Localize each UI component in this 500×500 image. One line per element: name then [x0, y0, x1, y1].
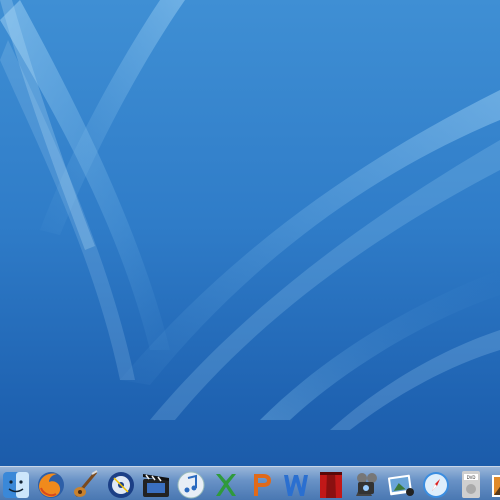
- dvd-studio-icon[interactable]: [105, 468, 137, 500]
- finder-icon[interactable]: [0, 468, 32, 500]
- garageband-icon[interactable]: [70, 468, 102, 500]
- final-cut-icon[interactable]: [140, 468, 172, 500]
- firefox-icon[interactable]: [35, 468, 67, 500]
- powerpoint-icon[interactable]: [245, 468, 277, 500]
- dvd-player-icon[interactable]: DVD: [455, 468, 487, 500]
- excel-icon[interactable]: [210, 468, 242, 500]
- dock: DVD: [0, 466, 500, 500]
- front-row-icon[interactable]: [315, 468, 347, 500]
- preview-icon[interactable]: [490, 468, 500, 500]
- svg-text:DVD: DVD: [467, 475, 476, 480]
- imovie-icon[interactable]: [350, 468, 382, 500]
- desktop: DVD: [0, 0, 500, 500]
- word-icon[interactable]: [280, 468, 312, 500]
- itunes-icon[interactable]: [175, 468, 207, 500]
- iphoto-icon[interactable]: [385, 468, 417, 500]
- wallpaper: [0, 0, 500, 430]
- safari-icon[interactable]: [420, 468, 452, 500]
